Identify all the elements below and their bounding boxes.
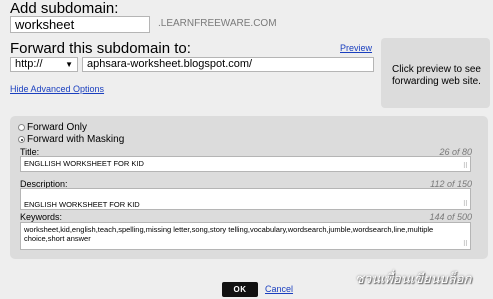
domain-suffix: .LEARNFREEWARE.COM bbox=[158, 18, 277, 29]
protocol-select[interactable]: http:// ▼ bbox=[10, 57, 78, 72]
forward-only-label[interactable]: Forward Only bbox=[27, 122, 87, 133]
subdomain-input[interactable]: worksheet bbox=[10, 16, 150, 33]
title-value: ENGLLISH WORKSHEET FOR KID bbox=[24, 159, 144, 168]
hide-advanced-options-link[interactable]: Hide Advanced Options bbox=[10, 84, 104, 94]
forward-masking-radio[interactable] bbox=[18, 136, 25, 143]
preview-link[interactable]: Preview bbox=[340, 43, 372, 53]
keywords-count: 144 of 500 bbox=[429, 212, 472, 222]
description-value: ENGLISH WORKSHEET FOR KID Easy english w… bbox=[24, 200, 140, 209]
resize-grip-icon[interactable]: ⠿ bbox=[463, 241, 468, 248]
protocol-value: http:// bbox=[15, 58, 43, 70]
title-input[interactable]: ENGLLISH WORKSHEET FOR KID ⠿ bbox=[20, 156, 471, 172]
preview-hint: Click preview to see forwarding web site… bbox=[392, 64, 481, 87]
forward-only-radio[interactable] bbox=[18, 124, 25, 131]
chevron-down-icon: ▼ bbox=[65, 60, 73, 69]
forward-title: Forward this subdomain to: bbox=[10, 40, 191, 57]
cancel-link[interactable]: Cancel bbox=[265, 284, 293, 294]
resize-grip-icon[interactable]: ⠿ bbox=[463, 201, 468, 208]
keywords-label: Keywords: bbox=[20, 212, 63, 222]
resize-grip-icon[interactable]: ⠿ bbox=[463, 163, 468, 170]
forward-url-input[interactable]: aphsara-worksheet.blogspot.com/ bbox=[82, 57, 374, 72]
forward-masking-label[interactable]: Forward with Masking bbox=[27, 134, 124, 145]
preview-panel: Click preview to see forwarding web site… bbox=[381, 38, 490, 108]
keywords-value: worksheet,kid,english,teach,spelling,mis… bbox=[24, 225, 434, 243]
watermark: ชวนเพื่อนเขียนบล็อก bbox=[355, 271, 472, 286]
keywords-input[interactable]: worksheet,kid,english,teach,spelling,mis… bbox=[20, 222, 471, 250]
page-title: Add subdomain: bbox=[10, 0, 119, 17]
description-input[interactable]: ENGLISH WORKSHEET FOR KID Easy english w… bbox=[20, 188, 471, 210]
advanced-options-panel: Forward Only Forward with Masking Title:… bbox=[10, 116, 488, 259]
ok-button[interactable]: OK bbox=[222, 282, 258, 297]
